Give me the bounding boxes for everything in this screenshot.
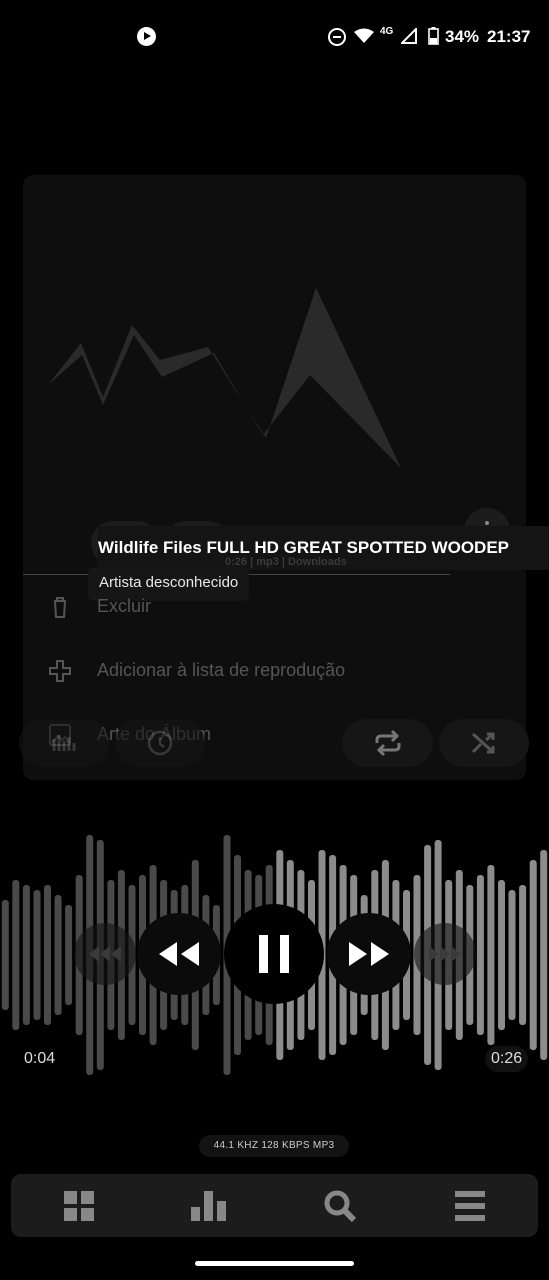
dot — [485, 521, 489, 525]
status-bar: 4G 34% 21:37 — [0, 0, 549, 74]
nav-charts-button[interactable] — [158, 1174, 258, 1237]
home-indicator[interactable] — [195, 1261, 354, 1266]
fast-forward-icon — [349, 942, 389, 966]
app-logo-art — [48, 288, 401, 468]
sleep-timer-button[interactable] — [115, 719, 205, 767]
waveform-bar — [529, 860, 537, 1050]
equalizer-icon — [52, 735, 76, 751]
clock: 21:37 — [487, 27, 531, 46]
shuffle-button[interactable] — [439, 719, 529, 767]
waveform-bar — [519, 885, 527, 1025]
triple-forward-icon — [429, 946, 461, 962]
nav-menu-button[interactable] — [419, 1174, 519, 1237]
total-duration: 0:26 — [485, 1046, 529, 1072]
do-not-disturb-icon — [328, 28, 346, 46]
codec-info: 44.1 KHZ 128 KBPS MP3 — [199, 1135, 349, 1157]
waveform-bar — [44, 885, 51, 1025]
menu-icon — [455, 1191, 485, 1221]
battery-icon — [428, 27, 439, 45]
pause-icon — [259, 935, 289, 973]
repeat-icon — [375, 729, 401, 757]
waveform-bar — [487, 865, 495, 1045]
waveform-bar — [498, 880, 505, 1030]
waveform-bar — [65, 905, 73, 1005]
nav-library-button[interactable] — [28, 1174, 128, 1237]
plus-icon — [49, 660, 71, 682]
skip-forward-button[interactable] — [414, 923, 476, 985]
waveform-bar — [22, 885, 30, 1025]
menu-item-label: Adicionar à lista de reprodução — [97, 660, 346, 680]
clock-icon — [147, 730, 173, 756]
network-type: 4G — [380, 26, 394, 37]
bottom-nav — [11, 1174, 538, 1237]
grid-icon — [64, 1191, 94, 1221]
waveform-bar — [476, 875, 484, 1035]
shuffle-icon — [471, 732, 495, 754]
media-playing-icon — [137, 27, 156, 46]
pause-button[interactable] — [224, 904, 324, 1004]
waveform-bar — [12, 880, 20, 1030]
search-icon — [324, 1190, 356, 1222]
waveform-bar — [540, 850, 548, 1060]
signal-icon — [401, 28, 417, 44]
menu-item-delete[interactable]: Excluir — [48, 587, 478, 627]
track-title: Wildlife Files FULL HD GREAT SPOTTED WOO… — [98, 538, 510, 557]
elapsed-time: 0:04 — [24, 1050, 56, 1067]
waveform-bar — [54, 895, 62, 1015]
skip-back-button[interactable] — [74, 923, 136, 985]
rewind-icon — [159, 942, 199, 966]
equalizer-button[interactable] — [19, 719, 109, 767]
nav-search-button[interactable] — [289, 1174, 389, 1237]
repeat-button[interactable] — [342, 719, 433, 767]
menu-item-label: Excluir — [97, 596, 152, 616]
bar-chart-icon — [191, 1191, 226, 1221]
waveform-bar — [33, 890, 41, 1020]
battery-percent: 34% — [445, 27, 480, 46]
waveform-bar — [1, 900, 9, 1010]
fast-forward-button[interactable] — [327, 913, 411, 995]
triple-rewind-icon — [89, 946, 121, 962]
trash-icon — [54, 597, 66, 618]
menu-item-add-to-playlist[interactable]: Adicionar à lista de reprodução — [48, 651, 478, 691]
rewind-button[interactable] — [137, 913, 221, 995]
waveform-bar — [508, 890, 516, 1020]
wifi-icon — [354, 28, 374, 43]
